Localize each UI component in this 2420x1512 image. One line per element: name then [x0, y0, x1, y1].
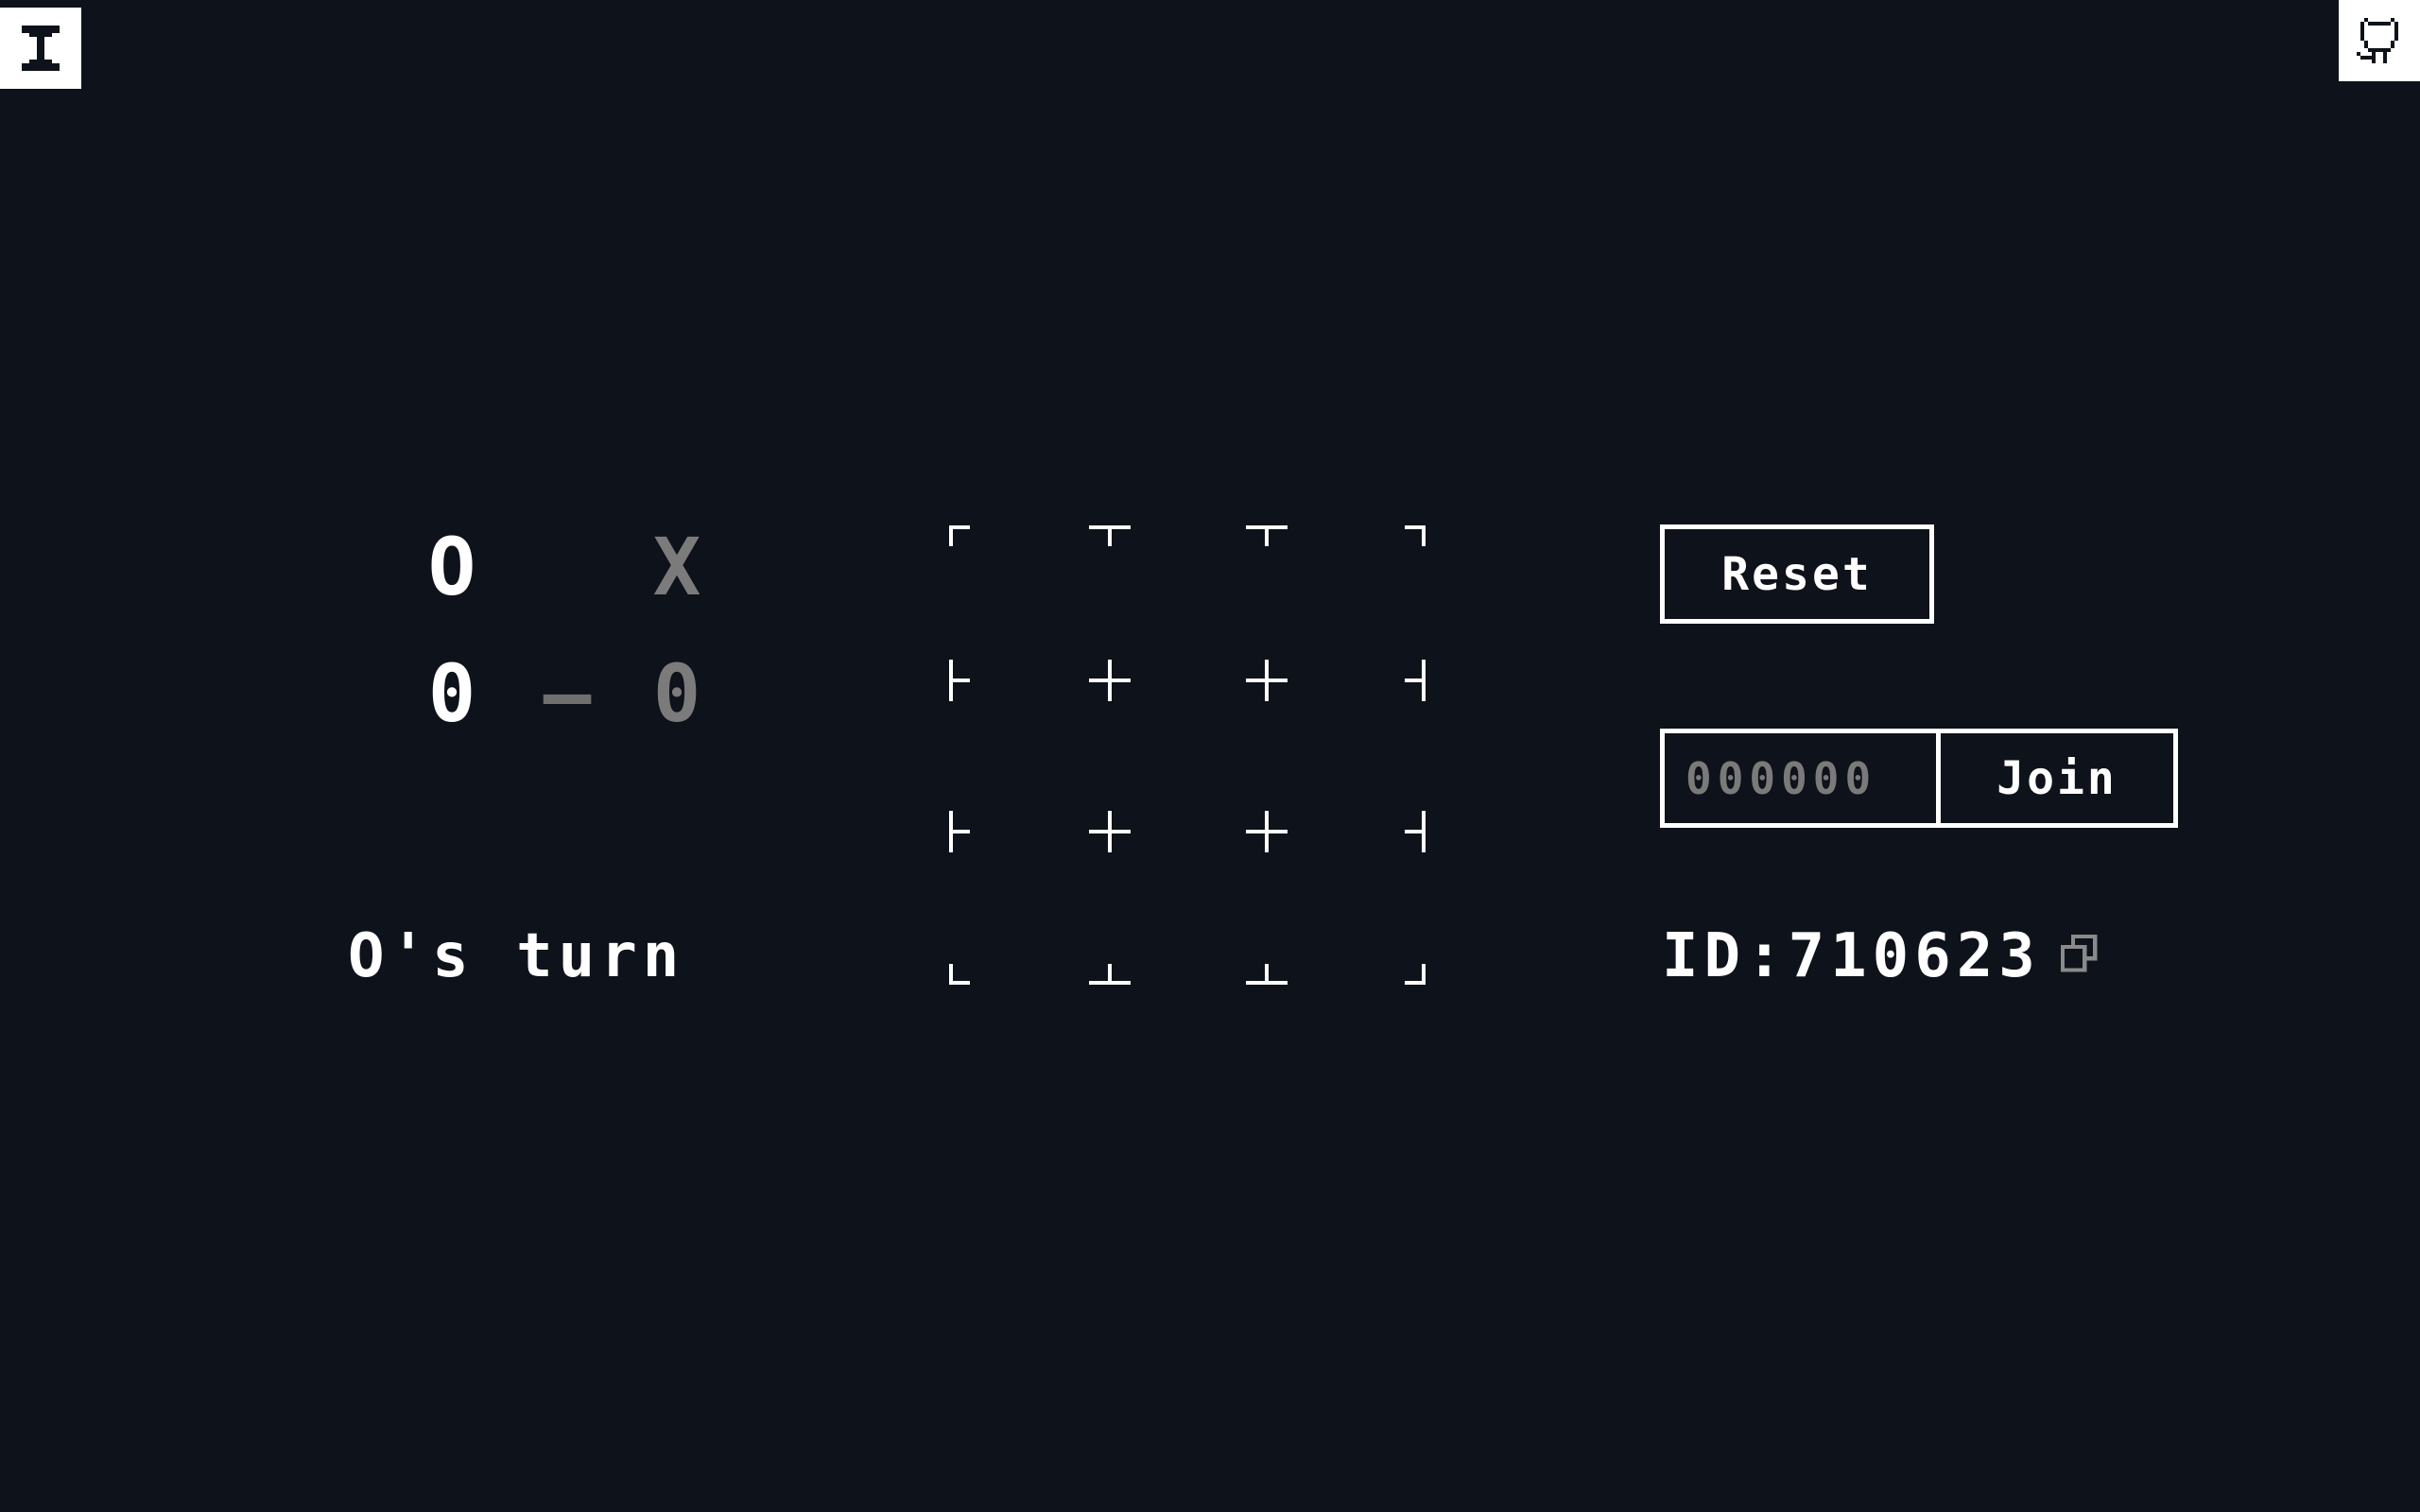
board-cell-4[interactable] — [1112, 682, 1263, 829]
score-o: 0 — [427, 647, 476, 740]
board-cell-7[interactable] — [1112, 833, 1263, 980]
score-separator: — — [543, 647, 592, 740]
game-id-value: 710623 — [1788, 921, 2041, 991]
game-board — [945, 522, 1429, 988]
reset-button[interactable]: Reset — [1660, 524, 1934, 624]
board-cell-3[interactable] — [955, 682, 1106, 829]
game-code-input[interactable] — [1665, 733, 1941, 823]
player-x-mark: X — [652, 521, 701, 613]
copy-icon[interactable] — [2058, 932, 2100, 973]
scoreboard: O X 0 — 0 — [406, 510, 728, 737]
board-cell-0[interactable] — [955, 531, 1106, 678]
turn-status: O's turn — [348, 921, 685, 991]
board-cell-1[interactable] — [1112, 531, 1263, 678]
join-button[interactable]: Join — [1941, 733, 2173, 823]
board-cell-2[interactable] — [1269, 531, 1420, 678]
board-cell-8[interactable] — [1269, 833, 1420, 980]
text-cursor-icon[interactable] — [0, 8, 81, 89]
github-cat-icon[interactable] — [2339, 0, 2420, 81]
board-cell-6[interactable] — [955, 833, 1106, 980]
game-id-label: ID: — [1662, 921, 1789, 991]
join-form: Join — [1660, 729, 2178, 828]
player-o-mark: O — [427, 521, 476, 613]
score-x: 0 — [652, 647, 701, 740]
game-screen: O X 0 — 0 O's turn Reset 000000 Join ID:… — [0, 0, 2420, 1512]
board-cell-5[interactable] — [1269, 682, 1420, 829]
game-id-display: ID: 710623 — [1662, 921, 2100, 991]
